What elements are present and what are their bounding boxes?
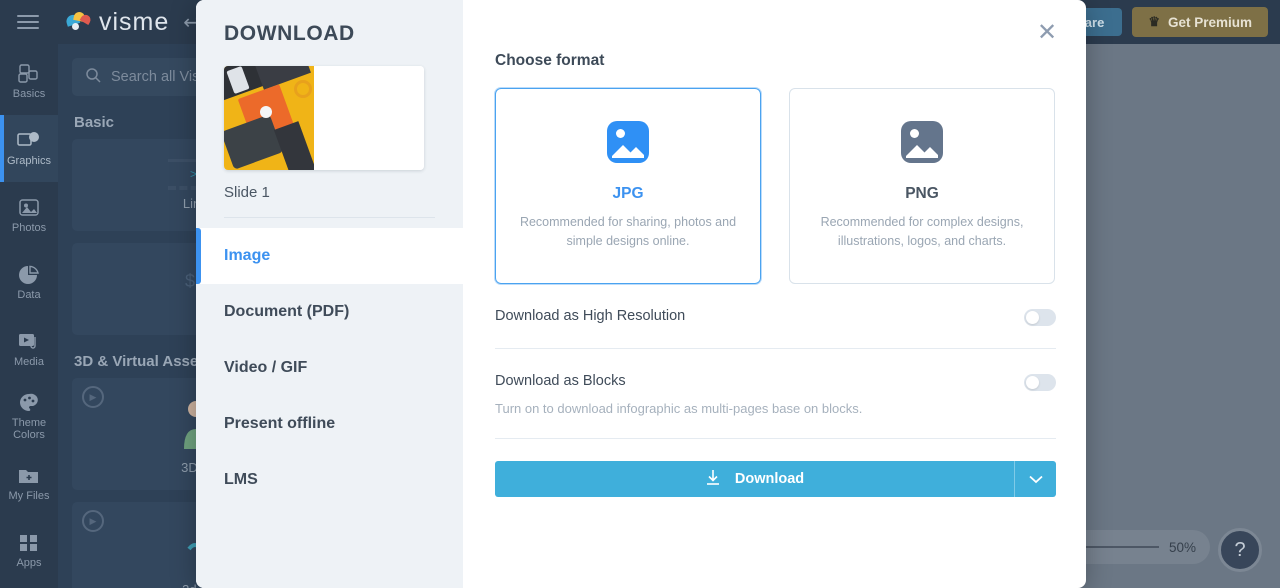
option-sublabel: Turn on to download infographic as multi… [495,401,863,416]
download-button-label: Download [734,471,805,487]
download-modal: DOWNLOAD Slide 1 Image Document (PDF) Vi… [196,0,1086,588]
modal-menu-label: Video / GIF [224,359,308,376]
sidebar-item-apps[interactable]: Apps [0,517,58,584]
option-row-high-resolution: Download as High Resolution [495,284,1056,348]
format-card-jpg[interactable]: JPG Recommended for sharing, photos and … [495,88,761,284]
sidebar-item-photos[interactable]: Photos [0,182,58,249]
close-icon[interactable]: ✕ [1034,20,1060,46]
format-description: Recommended for sharing, photos and simp… [519,215,737,248]
hamburger-icon[interactable] [0,0,56,44]
option-label: Download as High Resolution [495,308,686,324]
modal-menu-item-document-pdf[interactable]: Document (PDF) [196,284,463,340]
download-button[interactable]: Download [495,461,1014,497]
sidebar-item-label: My Files [8,490,50,503]
sidebar-item-graphics[interactable]: Graphics [0,115,58,182]
format-name: PNG [905,185,939,203]
sidebar-item-label: Basics [12,88,46,101]
modal-menu-item-lms[interactable]: LMS [196,452,463,508]
download-as-blocks-toggle[interactable] [1024,374,1056,391]
modal-menu-item-image[interactable]: Image [196,228,463,284]
pie-chart-icon [16,263,42,287]
slide-thumbnail[interactable] [224,66,424,170]
modal-menu-label: LMS [224,471,258,488]
option-texts: Download as High Resolution [495,308,1024,324]
slide-label: Slide 1 [224,184,270,201]
play-icon[interactable]: ▶ [82,386,104,408]
download-options-button[interactable] [1014,461,1056,497]
thumbnail-photo [224,66,314,170]
format-description: Recommended for complex designs, illustr… [820,215,1024,248]
visme-editor-screen: visme ↩ hare ♛ Get Premium Basics Graphi… [0,0,1280,588]
option-divider [495,438,1056,439]
modal-menu-label: Document (PDF) [224,303,350,320]
sidebar-item-label: Data [17,289,41,302]
option-row-blocks: Download as Blocks Turn on to download i… [495,349,1056,438]
modal-menu-item-present-offline[interactable]: Present offline [196,396,463,452]
topbar-actions: hare ♛ Get Premium [1058,7,1280,37]
image-icon [901,121,943,164]
modal-title: DOWNLOAD [224,22,355,45]
visme-mark-icon [64,10,93,32]
image-icon [607,121,649,164]
left-rail: Basics Graphics Photos Data Media Theme … [0,44,58,588]
get-premium-button[interactable]: ♛ Get Premium [1132,7,1268,37]
media-icon [16,330,42,354]
brand-name: visme [99,7,170,36]
sidebar-divider [224,217,435,218]
format-card-png[interactable]: PNG Recommended for complex designs, ill… [789,88,1055,284]
help-button[interactable]: ? [1218,528,1262,572]
high-resolution-toggle[interactable] [1024,309,1056,326]
apps-grid-icon [16,531,42,555]
download-action-row: Download [495,461,1056,497]
photo-icon [16,196,42,220]
folder-plus-icon [16,464,42,488]
sidebar-item-label: Apps [16,557,42,570]
modal-menu-label: Present offline [224,415,336,432]
sidebar-item-my-files[interactable]: My Files [0,450,58,517]
graphics-icon [16,129,42,153]
thumbnail-blank-area [314,66,424,170]
option-label: Download as Blocks [495,373,626,389]
get-premium-label: Get Premium [1167,14,1252,30]
sidebar-item-media[interactable]: Media [0,316,58,383]
download-icon [705,469,721,490]
sidebar-item-theme-colors[interactable]: Theme Colors [0,383,58,450]
sidebar-item-label: Theme Colors [11,417,47,441]
option-texts: Download as Blocks Turn on to download i… [495,373,1024,416]
modal-sidebar: DOWNLOAD Slide 1 Image Document (PDF) Vi… [196,0,463,588]
sidebar-item-data[interactable]: Data [0,249,58,316]
format-options: JPG Recommended for sharing, photos and … [495,88,1056,284]
palette-icon [16,391,42,415]
format-name: JPG [612,185,644,203]
crown-icon: ♛ [1148,14,1160,29]
sidebar-item-label: Graphics [6,155,52,168]
modal-main: ✕ Choose format JPG Recommended for shar… [463,0,1086,588]
sidebar-item-basics[interactable]: Basics [0,48,58,115]
blocks-icon [16,62,42,86]
sidebar-item-label: Media [14,356,44,369]
search-icon [86,67,101,87]
zoom-level-value: 50% [1168,539,1196,555]
modal-menu-item-video-gif[interactable]: Video / GIF [196,340,463,396]
chevron-down-icon [1028,472,1043,487]
visme-logo: visme [64,7,170,37]
svg-text:$: $ [185,271,195,291]
play-icon[interactable]: ▶ [82,510,104,532]
modal-menu-label: Image [224,247,271,264]
sidebar-item-label: Photos [11,222,47,235]
modal-sidebar-menu: Image Document (PDF) Video / GIF Present… [196,228,463,508]
choose-format-title: Choose format [495,52,605,69]
